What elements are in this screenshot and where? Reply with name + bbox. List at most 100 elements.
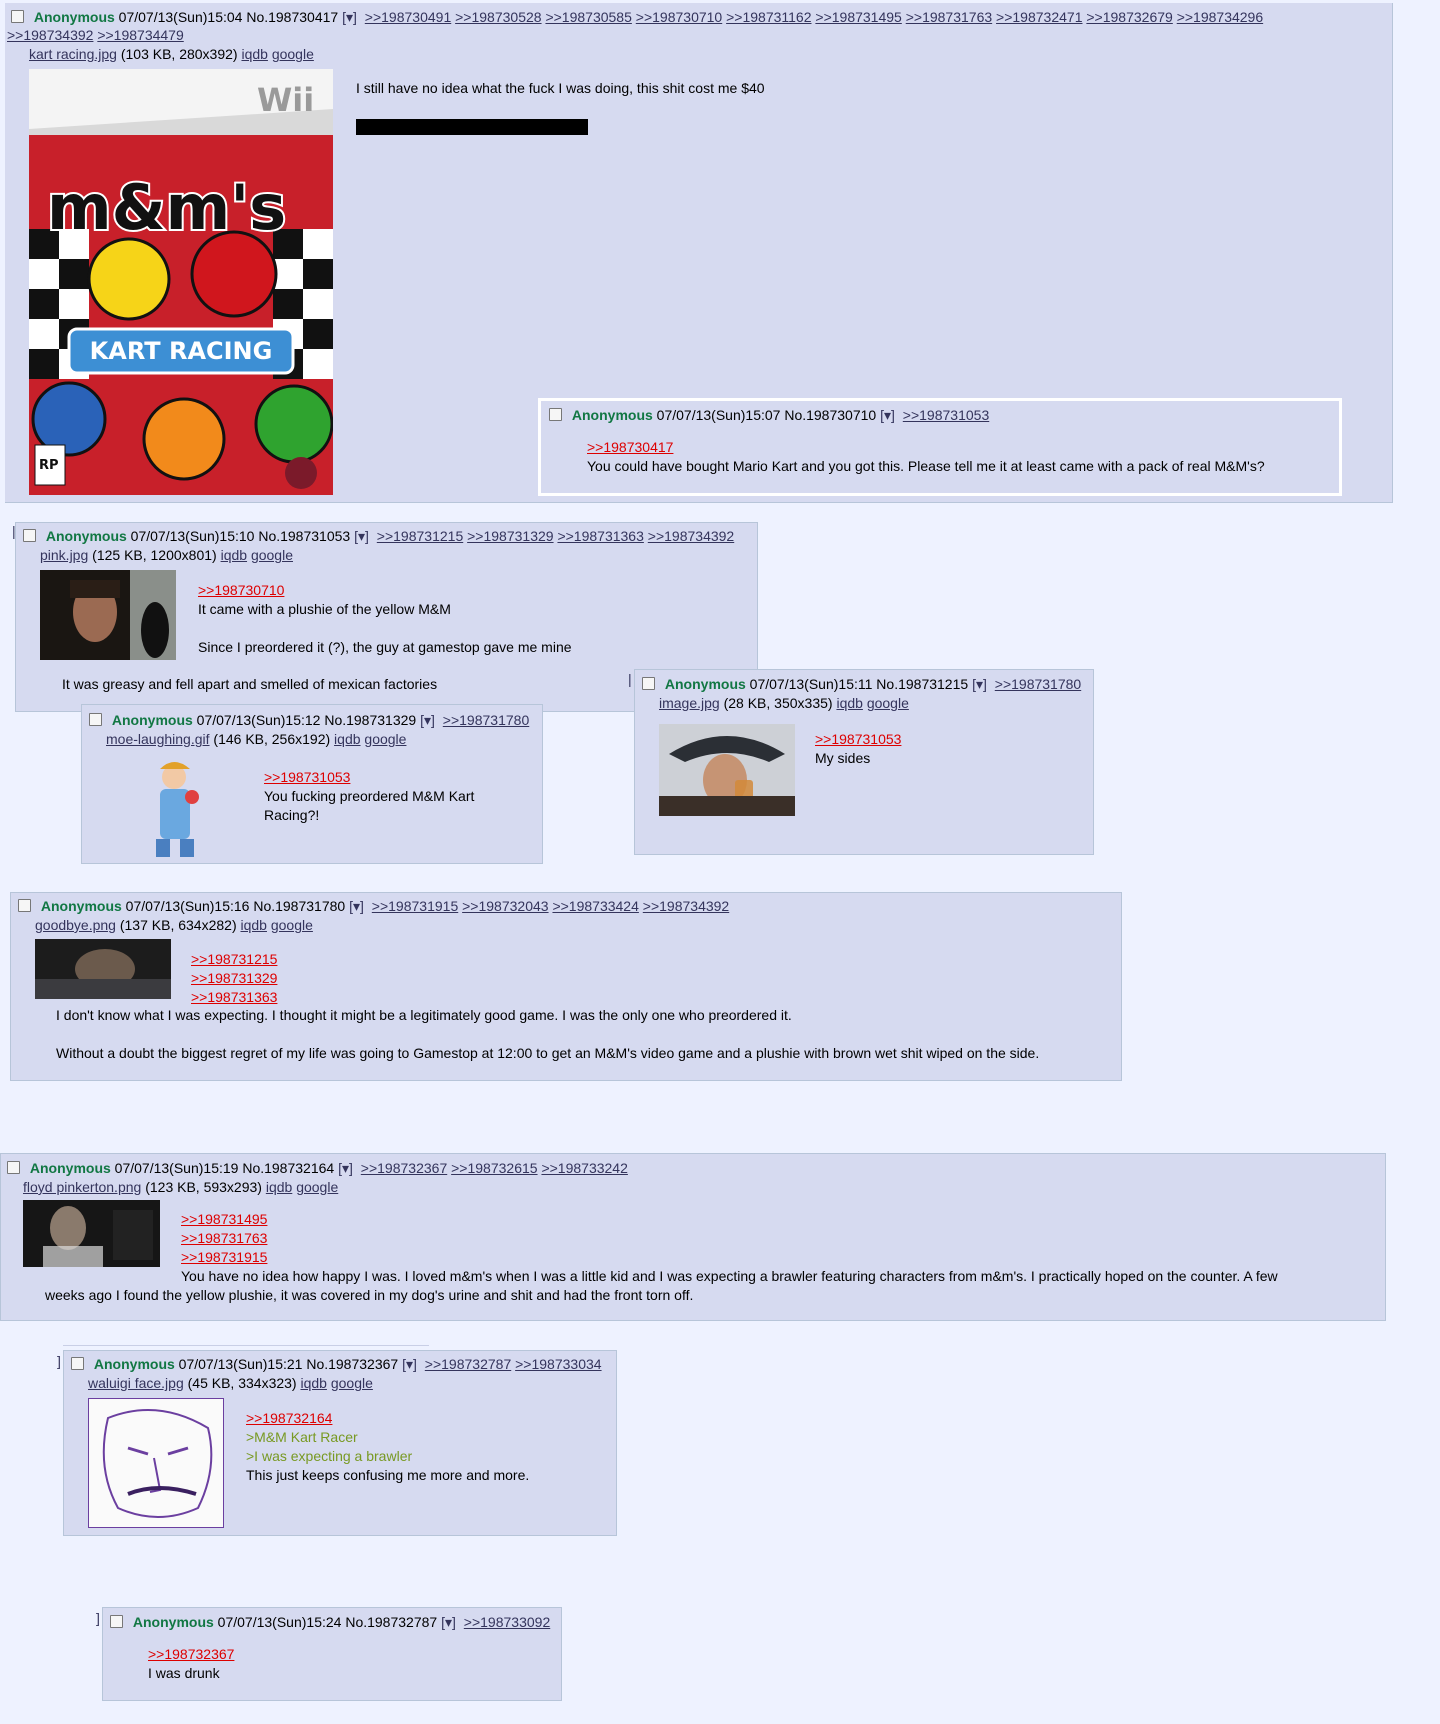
backlink[interactable]: >>198731780 [995,676,1081,692]
google-link[interactable]: google [296,1179,338,1195]
google-link[interactable]: google [271,917,313,933]
backlink[interactable]: >>198732787 [425,1356,511,1372]
google-link[interactable]: google [272,46,314,62]
backlink[interactable]: >>198734392 [643,898,729,914]
post-image[interactable] [88,1398,224,1528]
backlink[interactable]: >>198731162 [726,9,811,25]
post-image[interactable] [35,939,171,999]
post-menu-button[interactable]: [▾] [402,1356,417,1372]
post-menu-button[interactable]: [▾] [342,9,357,25]
post-comment: I still have no idea what the fuck I was… [356,80,765,96]
post-checkbox[interactable] [7,1161,20,1174]
backlink[interactable]: >>198731763 [906,9,992,25]
post-menu-button[interactable]: [▾] [349,898,364,914]
file-name-link[interactable]: pink.jpg [40,547,88,563]
post-number[interactable]: No.198731329 [324,712,416,728]
iqdb-link[interactable]: iqdb [266,1179,292,1195]
quote-link[interactable]: >>198730417 [587,438,1265,457]
quote-link[interactable]: >>198731053 [815,730,901,749]
post-image[interactable] [146,759,206,859]
post-menu-button[interactable]: [▾] [441,1614,456,1630]
post-number[interactable]: No.198732787 [345,1614,437,1630]
file-name-link[interactable]: kart racing.jpg [29,46,117,62]
post-number[interactable]: No.198732164 [242,1160,334,1176]
quote-link[interactable]: >>198732367 [148,1645,234,1664]
backlink[interactable]: >>198733424 [552,898,638,914]
post-image[interactable] [40,570,176,660]
backlink[interactable]: >>198731780 [443,712,529,728]
iqdb-link[interactable]: iqdb [241,46,267,62]
file-name-link[interactable]: goodbye.png [35,917,116,933]
post-checkbox[interactable] [89,713,102,726]
backlink[interactable]: >>198731053 [903,407,989,423]
post-image[interactable]: Wii m&m's KART RACING RP [29,69,333,495]
post-menu-button[interactable]: [▾] [338,1160,353,1176]
post-checkbox[interactable] [642,677,655,690]
post-menu-button[interactable]: [▾] [420,712,435,728]
spoiler-text[interactable] [356,119,588,135]
post-number[interactable]: No.198731215 [876,676,968,692]
backlink[interactable]: >>198730585 [545,9,631,25]
post-menu-button[interactable]: [▾] [880,407,895,423]
backlink[interactable]: >>198734479 [97,27,183,43]
backlink[interactable]: >>198732615 [451,1160,537,1176]
kart-racing-title: KART RACING [90,337,273,365]
iqdb-link[interactable]: iqdb [836,695,862,711]
post-menu-button[interactable]: [▾] [972,676,987,692]
post-checkbox[interactable] [549,408,562,421]
quote-link[interactable]: >>198731495 [181,1210,1278,1229]
backlink[interactable]: >>198734296 [1177,9,1263,25]
post-image[interactable] [23,1200,160,1267]
quote-link[interactable]: >>198731215 [191,950,277,969]
backlink[interactable]: >>198731215 [377,528,463,544]
backlink[interactable]: >>198734392 [7,27,93,43]
backlink[interactable]: >>198731495 [815,9,901,25]
google-link[interactable]: google [867,695,909,711]
post-image[interactable] [659,724,795,816]
quote-link[interactable]: >>198731763 [181,1229,1278,1248]
backlink[interactable]: >>198732367 [361,1160,447,1176]
backlink[interactable]: >>198731915 [372,898,458,914]
file-info: kart racing.jpg (103 KB, 280x392) iqdb g… [29,46,314,63]
file-name-link[interactable]: floyd pinkerton.png [23,1179,141,1195]
google-link[interactable]: google [251,547,293,563]
google-link[interactable]: google [364,731,406,747]
file-name-link[interactable]: image.jpg [659,695,720,711]
post-checkbox[interactable] [71,1357,84,1370]
post-checkbox[interactable] [23,529,36,542]
post-checkbox[interactable] [18,899,31,912]
backlink[interactable]: >>198731363 [557,528,643,544]
backlink[interactable]: >>198732471 [996,9,1082,25]
quote-link[interactable]: >>198731915 [181,1248,1278,1267]
quote-link[interactable]: >>198731053 [264,768,474,787]
backlink[interactable]: >>198734392 [648,528,734,544]
backlink[interactable]: >>198731329 [467,528,553,544]
post-number[interactable]: No.198730417 [246,9,338,25]
quote-link[interactable]: >>198732164 [246,1409,529,1428]
post-menu-button[interactable]: [▾] [354,528,369,544]
iqdb-link[interactable]: iqdb [334,731,360,747]
backlink[interactable]: >>198732043 [462,898,548,914]
iqdb-link[interactable]: iqdb [221,547,247,563]
quote-link[interactable]: >>198730710 [198,581,572,600]
file-name-link[interactable]: waluigi face.jpg [88,1375,184,1391]
backlink[interactable]: >>198733092 [464,1614,550,1630]
post-checkbox[interactable] [11,10,24,23]
backlink[interactable]: >>198730528 [455,9,541,25]
google-link[interactable]: google [331,1375,373,1391]
quote-link[interactable]: >>198731363 [191,988,277,1007]
backlink[interactable]: >>198730491 [365,9,451,25]
post-checkbox[interactable] [110,1615,123,1628]
iqdb-link[interactable]: iqdb [241,917,267,933]
post-number[interactable]: No.198731053 [258,528,350,544]
backlink[interactable]: >>198733242 [541,1160,627,1176]
backlink[interactable]: >>198730710 [636,9,722,25]
quote-link[interactable]: >>198731329 [191,969,277,988]
post-number[interactable]: No.198730710 [784,407,876,423]
post-number[interactable]: No.198732367 [306,1356,398,1372]
post-number[interactable]: No.198731780 [253,898,345,914]
file-name-link[interactable]: moe-laughing.gif [106,731,210,747]
backlink[interactable]: >>198733034 [515,1356,601,1372]
iqdb-link[interactable]: iqdb [300,1375,326,1391]
backlink[interactable]: >>198732679 [1086,9,1172,25]
